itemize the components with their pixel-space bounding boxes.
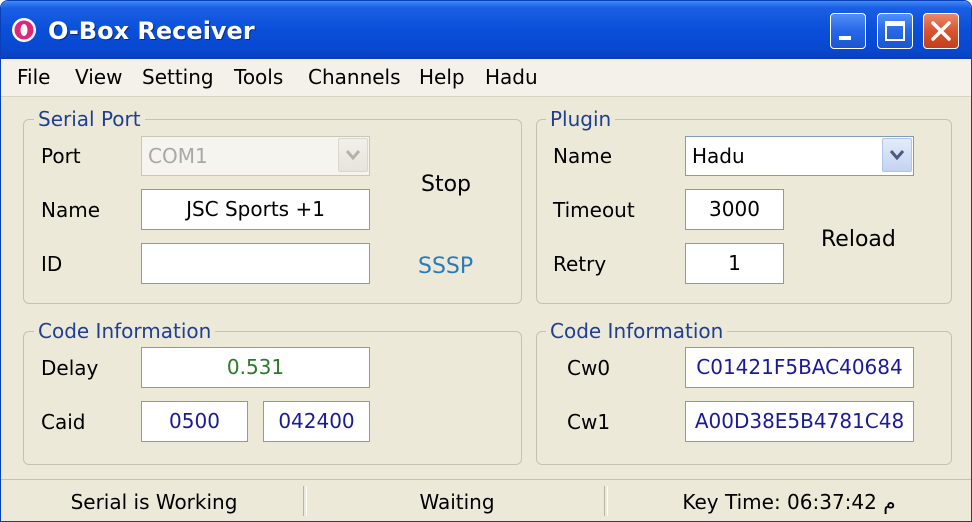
close-button[interactable] — [923, 13, 959, 49]
menu-hadu[interactable]: Hadu — [485, 65, 538, 89]
plugin-legend: Plugin — [546, 108, 616, 130]
stop-button[interactable]: Stop — [421, 172, 471, 197]
channel-name-field[interactable]: JSC Sports +1 — [141, 189, 370, 230]
port-label: Port — [41, 144, 81, 168]
caid-label: Caid — [41, 410, 86, 434]
code-info-right-legend: Code Information — [546, 320, 728, 342]
chevron-down-icon — [889, 150, 905, 161]
menu-help[interactable]: Help — [419, 65, 465, 89]
plugin-select[interactable]: Hadu — [685, 136, 914, 176]
delay-field[interactable]: 0.531 — [141, 347, 370, 388]
serial-status: Serial is Working — [70, 490, 238, 514]
cw1-label: Cw1 — [567, 410, 611, 434]
plugin-select-value: Hadu — [692, 144, 745, 168]
minimize-icon — [839, 36, 851, 40]
port-dropdown-button[interactable] — [338, 138, 368, 172]
menu-view[interactable]: View — [75, 65, 122, 89]
port-select-value: COM1 — [148, 144, 208, 168]
retry-label: Retry — [553, 252, 607, 276]
provid-field[interactable]: 042400 — [263, 401, 370, 442]
waiting-status: Waiting — [419, 490, 495, 514]
window-title: O-Box Receiver — [48, 17, 255, 45]
menu-file[interactable]: File — [17, 65, 50, 89]
cw1-field[interactable]: A00D38E5B4781C48 — [685, 401, 914, 442]
serial-port-legend: Serial Port — [34, 108, 145, 130]
reload-button[interactable]: Reload — [821, 227, 896, 252]
app-window: O-Box Receiver File View Setting Tools C… — [0, 0, 972, 522]
close-icon — [931, 21, 951, 41]
id-label: ID — [41, 252, 63, 276]
id-field[interactable] — [141, 243, 370, 284]
maximize-button[interactable] — [877, 13, 913, 49]
retry-field[interactable]: 1 — [685, 243, 784, 284]
port-select[interactable]: COM1 — [141, 136, 370, 176]
cw0-field[interactable]: C01421F5BAC40684 — [685, 347, 914, 388]
serial-name-label: Name — [41, 198, 101, 222]
plugin-name-label: Name — [553, 144, 613, 168]
plugin-dropdown-button[interactable] — [882, 138, 912, 172]
timeout-label: Timeout — [553, 198, 635, 222]
delay-label: Delay — [41, 356, 99, 380]
key-time-status: Key Time: 06:37:42 م — [682, 490, 896, 514]
caid-field[interactable]: 0500 — [141, 401, 248, 442]
menu-bar: File View Setting Tools Channels Help Ha… — [1, 59, 971, 97]
menu-channels[interactable]: Channels — [308, 65, 401, 89]
cw0-label: Cw0 — [567, 356, 611, 380]
menu-tools[interactable]: Tools — [234, 65, 283, 89]
title-bar[interactable]: O-Box Receiver — [1, 1, 971, 59]
obox-app-icon — [11, 17, 37, 43]
minimize-button[interactable] — [830, 13, 866, 49]
code-info-left-legend: Code Information — [34, 320, 216, 342]
timeout-field[interactable]: 3000 — [685, 189, 784, 230]
status-bar: Serial is Working Waiting Key Time: 06:3… — [1, 479, 971, 521]
menu-setting[interactable]: Setting — [142, 65, 214, 89]
maximize-icon — [885, 21, 905, 41]
sssp-button[interactable]: SSSP — [418, 254, 473, 279]
chevron-down-icon — [345, 150, 361, 161]
